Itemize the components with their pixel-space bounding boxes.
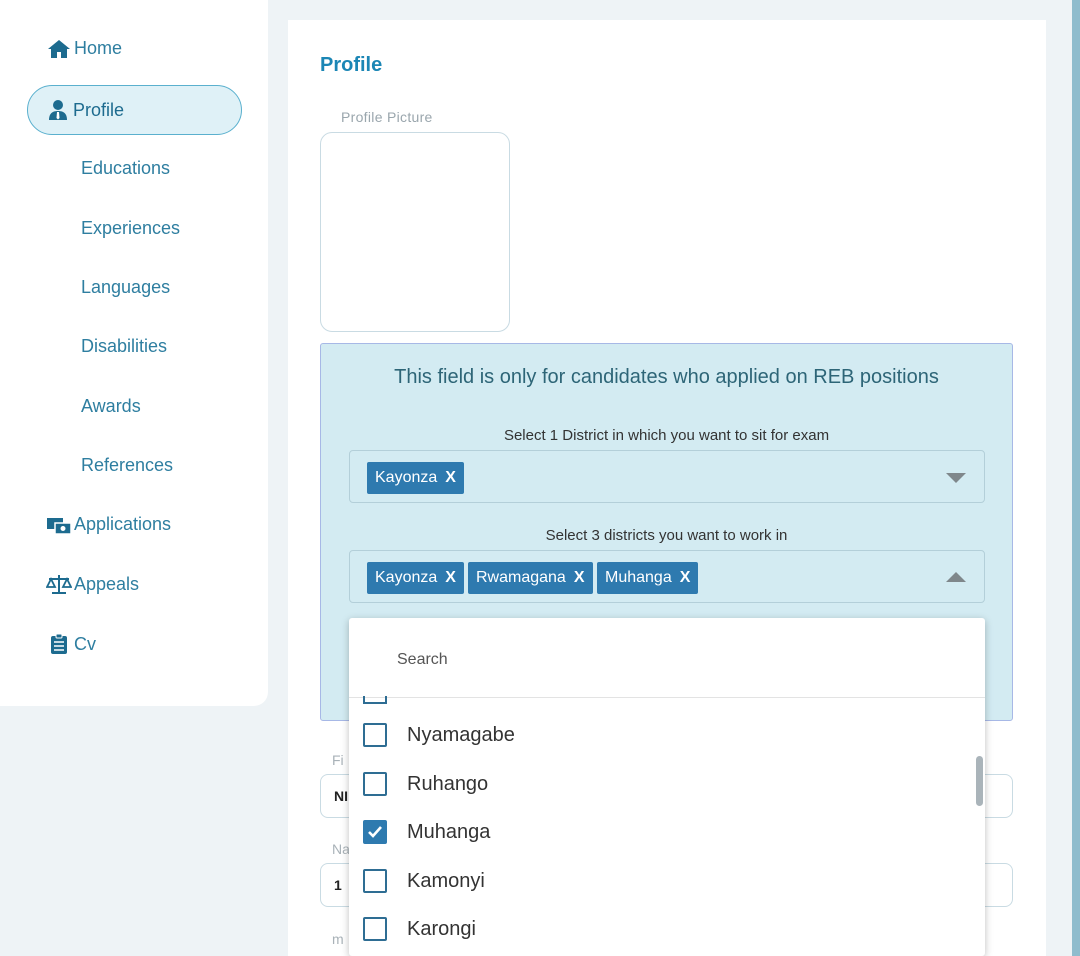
page-edge-bar	[1072, 0, 1080, 956]
work-districts-label: Select 3 districts you want to work in	[545, 527, 788, 544]
chip-remove-button[interactable]: X	[574, 569, 585, 587]
chip-label: Kayonza	[375, 469, 438, 486]
option-label: Ruhango	[407, 772, 489, 795]
user-tie-icon	[45, 99, 71, 121]
sidebar-item-references[interactable]: References	[81, 455, 173, 476]
sidebar-item-label: Home	[74, 38, 123, 58]
sidebar-item-experiences[interactable]: Experiences	[81, 218, 180, 239]
checkbox[interactable]	[363, 723, 387, 747]
sidebar-item-appeals[interactable]: Appeals	[46, 573, 139, 595]
selected-chip: Muhanga X	[597, 562, 699, 594]
chevron-down-icon[interactable]	[946, 473, 966, 483]
first-name-value: NI	[334, 788, 348, 804]
option-nyamagabe[interactable]: Nyamagabe	[363, 715, 515, 755]
chip-remove-button[interactable]: X	[445, 569, 456, 587]
option-ruhango[interactable]: Ruhango	[363, 764, 488, 804]
sidebar-item-profile[interactable]: Profile	[27, 85, 242, 135]
home-icon	[46, 39, 72, 59]
national-id-value: 1	[334, 877, 342, 893]
option-label: Muhanga	[407, 820, 491, 843]
exam-district-label: Select 1 District in which you want to s…	[503, 427, 830, 444]
clipboard-list-icon	[46, 633, 72, 655]
sidebar-item-label: Applications	[74, 514, 172, 534]
option-label: Nyamagabe	[407, 723, 515, 746]
checkbox[interactable]	[363, 869, 387, 893]
work-districts-select[interactable]: Kayonza X Rwamagana X Muhanga X	[349, 550, 985, 603]
check-icon	[368, 826, 382, 838]
sidebar-item-awards[interactable]: Awards	[81, 396, 141, 417]
sidebar-item-applications[interactable]: Applications	[46, 514, 171, 535]
chip-remove-button[interactable]: X	[680, 569, 691, 587]
national-id-label: Na	[332, 841, 350, 857]
search-input[interactable]	[397, 646, 917, 674]
option-kamonyi[interactable]: Kamonyi	[363, 861, 485, 901]
checkbox[interactable]	[363, 917, 387, 941]
sidebar: Home Profile Educations Experiences Lang…	[0, 0, 268, 706]
partial-checkbox[interactable]	[363, 696, 387, 704]
chip-label: Kayonza	[375, 569, 438, 586]
selected-chip: Kayonza X	[367, 462, 464, 494]
selected-chip: Kayonza X	[367, 562, 464, 594]
option-muhanga[interactable]: Muhanga	[363, 812, 490, 852]
sidebar-item-label: Appeals	[74, 573, 140, 594]
sidebar-item-home[interactable]: Home	[46, 38, 122, 59]
dropdown-scrollbar[interactable]	[976, 756, 983, 806]
chip-label: Rwamagana	[476, 569, 566, 586]
sidebar-item-languages[interactable]: Languages	[81, 277, 170, 298]
district-dropdown: Nyamagabe Ruhango Muhanga Kamonyi Karong…	[349, 618, 985, 956]
sidebar-item-disabilities[interactable]: Disabilities	[81, 336, 167, 357]
profile-picture-label: Profile Picture	[341, 109, 433, 125]
exam-district-select[interactable]: Kayonza X	[349, 450, 985, 503]
dropdown-search	[349, 618, 985, 698]
page-title: Profile	[320, 54, 383, 76]
option-label: Kamonyi	[407, 869, 485, 892]
sidebar-item-label: Cv	[74, 633, 96, 654]
middle-name-label: m	[332, 931, 344, 947]
chevron-up-icon[interactable]	[946, 572, 966, 582]
reb-notice: This field is only for candidates who ap…	[394, 366, 939, 388]
option-label: Karongi	[407, 917, 476, 940]
first-name-label: Fi	[332, 752, 344, 768]
applications-icon	[46, 515, 72, 535]
selected-chip: Rwamagana X	[468, 562, 593, 594]
sidebar-item-label: Profile	[73, 99, 125, 120]
profile-picture-upload[interactable]	[320, 132, 510, 332]
checkbox-checked[interactable]	[363, 820, 387, 844]
checkbox[interactable]	[363, 772, 387, 796]
chip-remove-button[interactable]: X	[445, 469, 456, 487]
balance-scale-icon	[46, 573, 72, 595]
chip-label: Muhanga	[605, 569, 672, 586]
sidebar-item-cv[interactable]: Cv	[46, 633, 96, 655]
sidebar-item-educations[interactable]: Educations	[81, 158, 170, 179]
option-karongi[interactable]: Karongi	[363, 909, 476, 949]
